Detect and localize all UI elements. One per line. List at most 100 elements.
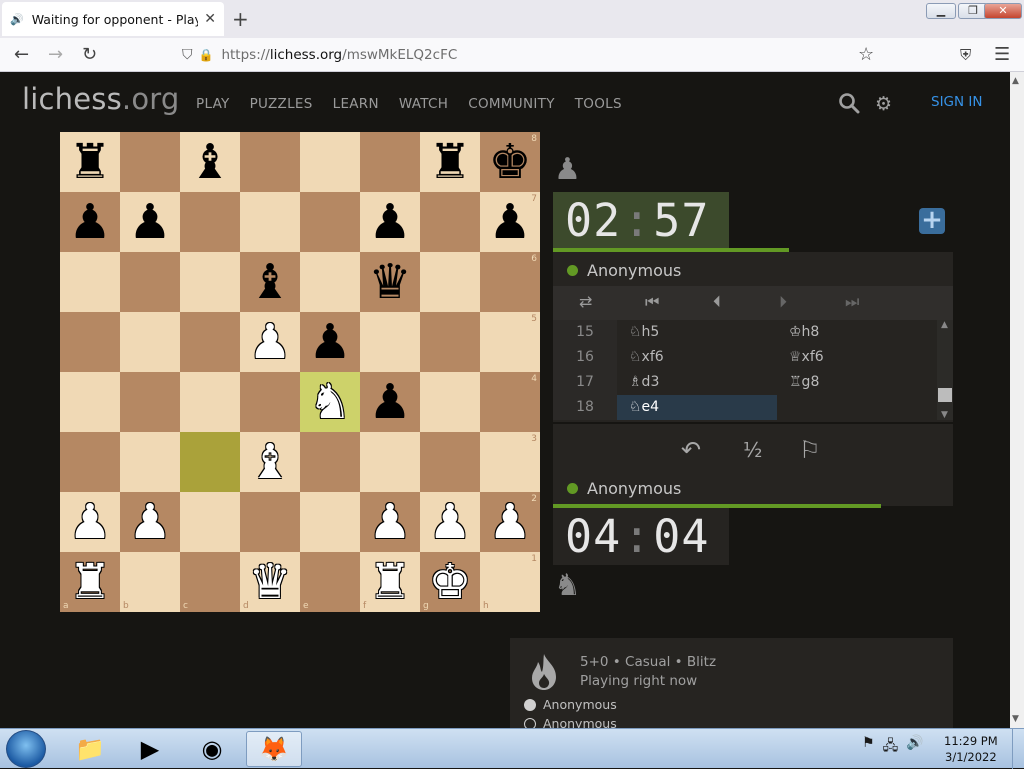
square-b2[interactable]: ♟ <box>120 492 180 552</box>
site-logo[interactable]: lichess.org <box>22 82 180 116</box>
square-c1[interactable]: c <box>180 552 240 612</box>
square-b3[interactable] <box>120 432 180 492</box>
lock-icon[interactable]: 🔒 <box>199 48 214 62</box>
white-pawn-icon[interactable]: ♟ <box>248 318 291 366</box>
move-list-scrollbar[interactable]: ▲ ▼ <box>937 320 953 420</box>
white-knight-icon[interactable]: ♞ <box>308 378 351 426</box>
action-center-flag-icon[interactable]: ⚑ <box>862 735 875 759</box>
white-rook-icon[interactable]: ♜ <box>68 558 111 606</box>
square-g1[interactable]: ♚ g <box>420 552 480 612</box>
square-a3[interactable] <box>60 432 120 492</box>
square-g4[interactable] <box>420 372 480 432</box>
black-move[interactable]: ♖g8 <box>777 370 937 395</box>
flip-board-icon[interactable]: ⇄ <box>579 292 592 311</box>
square-b4[interactable] <box>120 372 180 432</box>
resign-flag-icon[interactable]: ⚐ <box>799 436 821 464</box>
black-move[interactable] <box>777 395 937 420</box>
white-move[interactable]: ♘xf6 <box>617 345 777 370</box>
sign-in-link[interactable]: SIGN IN <box>931 94 982 110</box>
square-d4[interactable] <box>240 372 300 432</box>
forward-arrow-icon[interactable]: → <box>48 44 63 66</box>
black-bishop-icon[interactable]: ♝ <box>188 138 231 186</box>
black-queen-icon[interactable]: ♛ <box>368 258 411 306</box>
black-pawn-icon[interactable]: ♟ <box>368 198 411 246</box>
white-pawn-icon[interactable]: ♟ <box>68 498 111 546</box>
square-b1[interactable]: b <box>120 552 180 612</box>
square-e6[interactable] <box>300 252 360 312</box>
square-e7[interactable] <box>300 192 360 252</box>
add-time-button[interactable]: + <box>919 207 945 234</box>
square-a8[interactable]: ♜ <box>60 132 120 192</box>
page-scroll-up-icon[interactable]: ▲ <box>1012 76 1019 86</box>
black-pawn-icon[interactable]: ♟ <box>128 198 171 246</box>
white-move[interactable]: ♗d3 <box>617 370 777 395</box>
nav-puzzles[interactable]: PUZZLES <box>250 96 313 112</box>
square-f1[interactable]: ♜ f <box>360 552 420 612</box>
close-tab-icon[interactable]: ✕ <box>204 11 216 27</box>
square-d5[interactable]: ♟ <box>240 312 300 372</box>
move-list-scroll-thumb[interactable] <box>938 388 952 402</box>
opponent-name[interactable]: Anonymous <box>587 261 681 280</box>
white-bishop-icon[interactable]: ♝ <box>248 438 291 486</box>
square-a5[interactable] <box>60 312 120 372</box>
back-arrow-icon[interactable]: ← <box>14 44 29 66</box>
square-d3[interactable]: ♝ <box>240 432 300 492</box>
last-move-icon[interactable]: ⏭ <box>845 292 859 312</box>
gear-icon[interactable]: ⚙ <box>875 93 892 115</box>
square-c3[interactable] <box>180 432 240 492</box>
scroll-up-icon[interactable]: ▲ <box>941 320 948 330</box>
square-c7[interactable] <box>180 192 240 252</box>
black-pawn-icon[interactable]: ♟ <box>368 378 411 426</box>
minimize-button[interactable]: ▁ <box>926 3 956 19</box>
square-a2[interactable]: ♟ <box>60 492 120 552</box>
square-h4[interactable]: 4 <box>480 372 540 432</box>
square-b7[interactable]: ♟ <box>120 192 180 252</box>
new-tab-button[interactable]: + <box>232 7 249 31</box>
system-clock[interactable]: 11:29 PM 3/1/2022 <box>944 733 998 765</box>
square-h8[interactable]: ♚ 8 <box>480 132 540 192</box>
bookmark-star-icon[interactable]: ☆ <box>858 44 874 66</box>
page-scroll-down-icon[interactable]: ▼ <box>1012 714 1019 724</box>
square-b5[interactable] <box>120 312 180 372</box>
square-c4[interactable] <box>180 372 240 432</box>
black-move[interactable]: ♔h8 <box>777 320 937 345</box>
takeback-icon[interactable]: ↶ <box>681 436 701 464</box>
white-move[interactable]: ♘e4 <box>617 395 777 420</box>
square-f4[interactable]: ♟ <box>360 372 420 432</box>
white-pawn-icon[interactable]: ♟ <box>488 498 531 546</box>
white-move[interactable]: ♘h5 <box>617 320 777 345</box>
square-h7[interactable]: ♟ 7 <box>480 192 540 252</box>
black-pawn-icon[interactable]: ♟ <box>308 318 351 366</box>
nav-tools[interactable]: TOOLS <box>575 96 622 112</box>
black-rook-icon[interactable]: ♜ <box>68 138 111 186</box>
square-f8[interactable] <box>360 132 420 192</box>
square-a1[interactable]: ♜ a <box>60 552 120 612</box>
square-d6[interactable]: ♝ <box>240 252 300 312</box>
square-d1[interactable]: ♛ d <box>240 552 300 612</box>
nav-learn[interactable]: LEARN <box>333 96 379 112</box>
black-bishop-icon[interactable]: ♝ <box>248 258 291 306</box>
white-queen-icon[interactable]: ♛ <box>248 558 291 606</box>
square-b8[interactable] <box>120 132 180 192</box>
square-g5[interactable] <box>420 312 480 372</box>
square-f5[interactable] <box>360 312 420 372</box>
square-c8[interactable]: ♝ <box>180 132 240 192</box>
square-h3[interactable]: 3 <box>480 432 540 492</box>
white-pawn-icon[interactable]: ♟ <box>428 498 471 546</box>
info-player-white[interactable]: Anonymous <box>524 697 617 712</box>
square-g6[interactable] <box>420 252 480 312</box>
player-name[interactable]: Anonymous <box>587 479 681 498</box>
square-a6[interactable] <box>60 252 120 312</box>
window-close-button[interactable]: ✕ <box>984 3 1022 19</box>
square-g3[interactable] <box>420 432 480 492</box>
pocket-icon[interactable]: ⛨ <box>960 44 971 66</box>
square-g8[interactable]: ♜ <box>420 132 480 192</box>
browser-tab[interactable]: 🔊 Waiting for opponent - Play An ✕ <box>2 2 224 36</box>
black-pawn-icon[interactable]: ♟ <box>488 198 531 246</box>
square-e5[interactable]: ♟ <box>300 312 360 372</box>
black-move[interactable]: ♕xf6 <box>777 345 937 370</box>
square-e1[interactable]: e <box>300 552 360 612</box>
offer-draw-button[interactable]: ½ <box>743 438 762 462</box>
square-h5[interactable]: 5 <box>480 312 540 372</box>
square-c5[interactable] <box>180 312 240 372</box>
